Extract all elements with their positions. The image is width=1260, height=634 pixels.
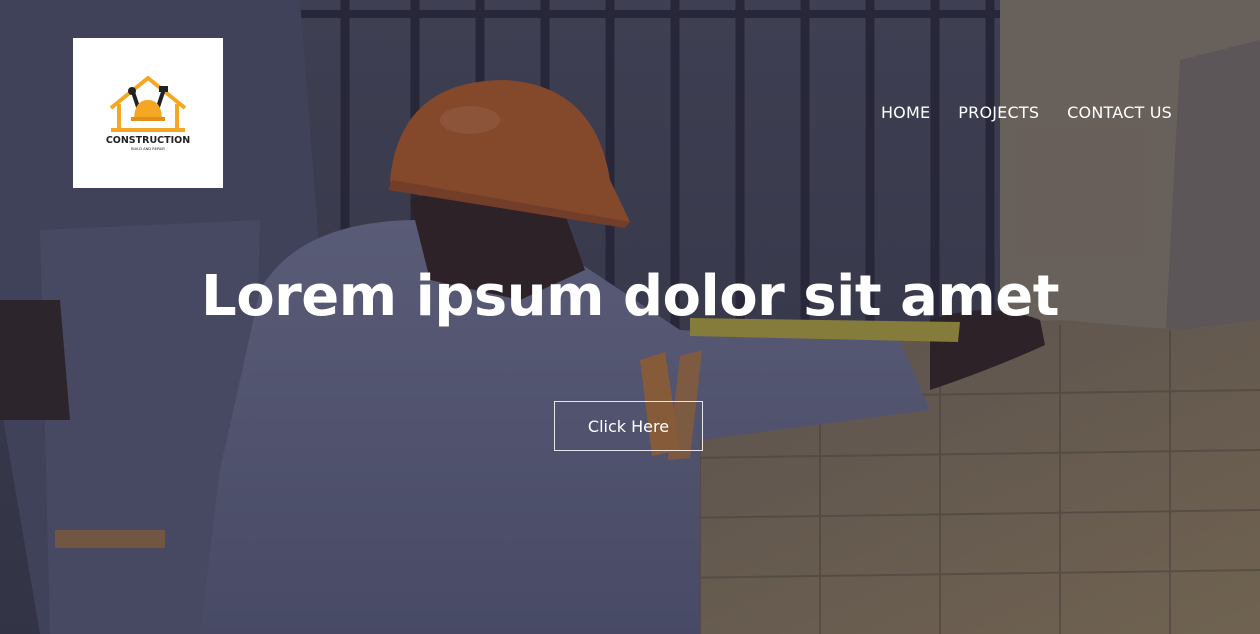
- main-nav: HOME PROJECTS CONTACT US: [881, 103, 1172, 122]
- logo-subtitle: BUILD AND REPAIR: [131, 147, 165, 151]
- logo-title: CONSTRUCTION: [106, 135, 190, 146]
- hero-section: CONSTRUCTION BUILD AND REPAIR HOME PROJE…: [0, 0, 1260, 634]
- click-here-button[interactable]: Click Here: [554, 401, 703, 451]
- house-helmet-tools-icon: CONSTRUCTION BUILD AND REPAIR: [106, 76, 190, 151]
- nav-item-home[interactable]: HOME: [881, 103, 930, 122]
- nav-item-projects[interactable]: PROJECTS: [958, 103, 1039, 122]
- hero-headline: Lorem ipsum dolor sit amet: [201, 264, 1059, 329]
- site-logo[interactable]: CONSTRUCTION BUILD AND REPAIR: [73, 38, 223, 188]
- nav-item-contact-us[interactable]: CONTACT US: [1067, 103, 1172, 122]
